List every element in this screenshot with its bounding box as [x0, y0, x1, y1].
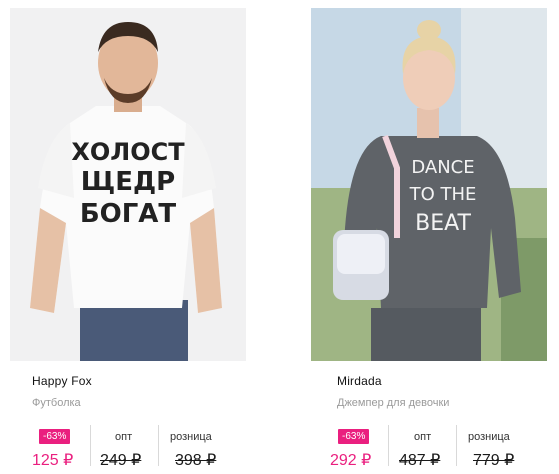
price-divider	[388, 425, 389, 466]
retail-price: 398 ₽	[175, 452, 217, 469]
product-description: Джемпер для девочки	[337, 397, 450, 409]
price-divider	[158, 425, 159, 466]
shirt-print-line: DANCE	[411, 157, 474, 178]
current-price: 292 ₽	[330, 452, 372, 469]
product-card[interactable]: DANCE TO THE BEAT Mirdada Джемпер для де…	[311, 0, 549, 474]
opt-label: опт	[414, 431, 432, 443]
shirt-print-line: TO THE	[409, 184, 477, 205]
discount-badge: -63%	[39, 429, 71, 444]
shirt-print-line: BEAT	[415, 211, 471, 236]
product-brand[interactable]: Happy Fox	[32, 374, 92, 388]
product-card[interactable]: ХОЛОСТ ЩЕДР БОГАТ Happy Fox Футболка -63…	[10, 0, 248, 474]
product-image[interactable]: ХОЛОСТ ЩЕДР БОГАТ	[10, 8, 246, 361]
opt-label: опт	[115, 431, 133, 443]
product-brand[interactable]: Mirdada	[337, 374, 382, 388]
retail-label: розница	[170, 431, 212, 443]
current-price: 125 ₽	[32, 452, 74, 469]
shirt-print-line: ХОЛОСТ	[71, 138, 185, 166]
retail-label: розница	[468, 431, 510, 443]
opt-price: 487 ₽	[399, 452, 441, 469]
discount-badge: -63%	[338, 429, 370, 444]
price-divider	[456, 425, 457, 466]
opt-price: 249 ₽	[100, 452, 142, 469]
shirt-print-line: ЩЕДР	[81, 167, 175, 197]
price-divider	[90, 425, 91, 466]
shirt-print-line: БОГАТ	[80, 199, 177, 229]
product-image[interactable]: DANCE TO THE BEAT	[311, 8, 547, 361]
product-description: Футболка	[32, 397, 81, 409]
retail-price: 779 ₽	[473, 452, 515, 469]
